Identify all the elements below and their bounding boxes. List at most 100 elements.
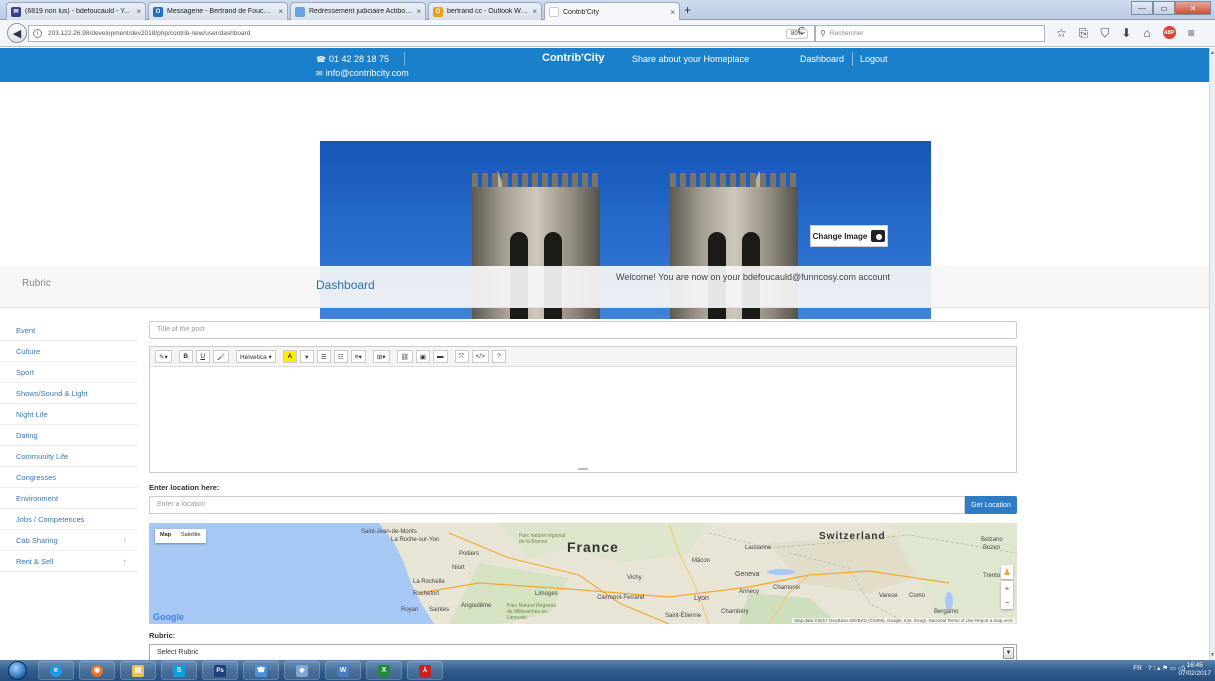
taskbar-firefox[interactable]: ◉ — [79, 661, 115, 680]
underline-button[interactable]: U — [195, 350, 210, 363]
download-icon[interactable]: ⬇ — [1121, 26, 1131, 41]
home-icon[interactable]: ⌂ — [1143, 26, 1150, 41]
browser-tab-outlook[interactable]: O bertrand cc - Outlook Web App × — [428, 2, 542, 20]
back-button[interactable]: ◀ — [7, 23, 27, 43]
video-icon[interactable]: ▬ — [433, 350, 448, 363]
photoshop-icon: Ps — [214, 664, 226, 677]
folder-icon: ▤ — [132, 664, 144, 677]
sidebar-item-community-life[interactable]: Community Life — [0, 446, 138, 467]
close-icon[interactable]: × — [670, 8, 675, 17]
change-image-button[interactable]: Change Image — [810, 225, 888, 247]
browser-tab-contribcity[interactable]: Contrib'City × — [544, 2, 680, 21]
color-button[interactable]: A — [282, 350, 297, 363]
location-map[interactable]: Map Satellite Saint-Jean-de-Monts La Roc… — [149, 523, 1017, 624]
post-title-input[interactable]: Title of the post — [149, 321, 1017, 339]
sidebar-item-event[interactable]: Event — [0, 320, 138, 341]
adblock-icon[interactable]: ABP — [1162, 26, 1176, 39]
envelope-icon: ✉ — [316, 69, 323, 78]
map-label: Saint-Jean-de-Monts — [361, 529, 417, 535]
sidebar-item-dating[interactable]: Dating — [0, 425, 138, 446]
info-icon[interactable]: i — [33, 29, 42, 38]
resize-grip-icon[interactable] — [578, 468, 588, 470]
rich-text-editor: ✎▾ B U 🖌 Helvetica ▾ A ▾ ☰ ☷ ≡▾ ⊞▾ ⛓ ▣ ▬… — [149, 346, 1017, 473]
system-clock[interactable]: 16:45 07/02/2017 — [1178, 662, 1211, 678]
bookmarks-list-icon[interactable]: ⎘ — [1079, 26, 1089, 41]
new-tab-button[interactable]: + — [684, 3, 691, 17]
taskbar-explorer[interactable]: ▤ — [120, 661, 156, 680]
help-icon[interactable]: ? — [491, 350, 506, 363]
sidebar-item-culture[interactable]: Culture — [0, 341, 138, 362]
sidebar-item-cab-sharing[interactable]: Cab Sharing ‹ — [0, 530, 138, 551]
editor-content-area[interactable] — [150, 367, 1016, 471]
taskbar-photoshop[interactable]: Ps — [202, 661, 238, 680]
address-bar[interactable]: i 203.122.26.98/development/dev2018/php/… — [28, 25, 815, 42]
close-icon[interactable]: × — [278, 7, 283, 16]
minimize-button[interactable]: — — [1131, 1, 1153, 15]
scroll-down-icon[interactable]: ▼ — [1210, 652, 1215, 658]
picture-icon[interactable]: ▣ — [415, 350, 430, 363]
map-label: Trento — [983, 573, 1001, 579]
paragraph-align-icon[interactable]: ≡▾ — [350, 350, 366, 363]
close-icon[interactable]: × — [136, 7, 141, 16]
pocket-icon[interactable]: ⛉ — [1100, 26, 1109, 41]
map-attribution[interactable]: Map data ©2017 GeoBasis-DE/BKG (©2009), … — [792, 618, 1015, 623]
brand-logo[interactable]: Contrib'City — [542, 52, 605, 64]
language-indicator[interactable]: FR — [1133, 665, 1142, 672]
sidebar-item-congresses[interactable]: Congresses — [0, 467, 138, 488]
browser-tab-yahoo-mail[interactable]: ✉ (6819 non lus) - bdefoucauld - Y... × — [6, 2, 146, 20]
map-label: Chamonix — [773, 585, 801, 591]
sidebar-item-sport[interactable]: Sport — [0, 362, 138, 383]
menu-icon[interactable]: ≡ — [1188, 26, 1195, 41]
pegman-icon[interactable]: ♟ — [1001, 565, 1013, 579]
fullscreen-icon[interactable]: ⤧ — [454, 350, 469, 363]
chevron-left-icon: ‹ — [123, 557, 126, 565]
sidebar-item-jobs[interactable]: Jobs / Competences — [0, 509, 138, 530]
font-family-dropdown[interactable]: Helvetica ▾ — [235, 350, 276, 363]
sidebar-item-environment[interactable]: Environment — [0, 488, 138, 509]
close-icon[interactable]: × — [416, 7, 421, 16]
zoom-in-button[interactable]: + — [1005, 584, 1010, 593]
bold-button[interactable]: B — [178, 350, 193, 363]
taskbar-app-media[interactable]: ◈ — [284, 661, 320, 680]
taskbar-ie[interactable]: e — [38, 661, 74, 680]
browser-tab-redressement[interactable]: Redressement judiciaire Actibois à... × — [290, 2, 426, 20]
taskbar-excel[interactable]: X — [366, 661, 402, 680]
close-window-button[interactable]: ✕ — [1175, 1, 1211, 15]
maximize-button[interactable]: ▭ — [1153, 1, 1175, 15]
style-icon[interactable]: ✎▾ — [155, 350, 172, 363]
reload-icon[interactable]: C — [798, 26, 805, 37]
map-label: Parc naturel régional de la Brenne — [519, 533, 566, 545]
link-icon[interactable]: ⛓ — [396, 350, 413, 363]
search-box[interactable]: ⚲ Rechercher — [815, 25, 1045, 42]
scroll-up-icon[interactable]: ▲ — [1210, 50, 1215, 56]
nav-logout-link[interactable]: Logout — [860, 54, 888, 64]
start-button[interactable] — [8, 661, 27, 680]
map-type-map[interactable]: Map — [155, 529, 176, 543]
code-view-icon[interactable]: </> — [471, 350, 489, 363]
taskbar-app-phone[interactable]: ☎ — [243, 661, 279, 680]
close-icon[interactable]: × — [532, 7, 537, 16]
system-tray: FR ? ⁝ ▴ ⚑ ▭ ◁) — [1133, 664, 1185, 673]
taskbar-acrobat[interactable]: ⅄ — [407, 661, 443, 680]
color-dropdown-icon[interactable]: ▾ — [299, 350, 314, 363]
map-type-satellite[interactable]: Satellite — [176, 529, 206, 543]
search-icon: ⚲ — [820, 29, 826, 38]
location-input[interactable]: Enter a location — [149, 496, 965, 514]
eraser-icon[interactable]: 🖌 — [212, 350, 229, 363]
sidebar-item-shows[interactable]: Shows/Sound & Light — [0, 383, 138, 404]
zoom-out-button[interactable]: − — [1005, 598, 1010, 607]
page-scrollbar[interactable]: ▲ ▼ — [1209, 48, 1215, 660]
taskbar-skype[interactable]: S — [161, 661, 197, 680]
taskbar-word[interactable]: W — [325, 661, 361, 680]
bullet-list-icon[interactable]: ☰ — [316, 350, 331, 363]
table-icon[interactable]: ⊞▾ — [372, 350, 390, 363]
bookmark-star-icon[interactable]: ☆ — [1056, 26, 1067, 41]
nav-dashboard-link[interactable]: Dashboard — [800, 54, 844, 64]
browser-tab-messagerie[interactable]: O Messagerie - Bertrand de Foucau... × — [148, 2, 288, 20]
numbered-list-icon[interactable]: ☷ — [333, 350, 348, 363]
header-email[interactable]: ✉ info@contribcity.com — [316, 68, 409, 78]
sidebar-item-night-life[interactable]: Night Life — [0, 404, 138, 425]
get-location-button[interactable]: Get Location — [965, 496, 1017, 514]
page-icon — [295, 6, 305, 17]
sidebar-item-rent-sell[interactable]: Rent & Sell ‹ — [0, 551, 138, 572]
